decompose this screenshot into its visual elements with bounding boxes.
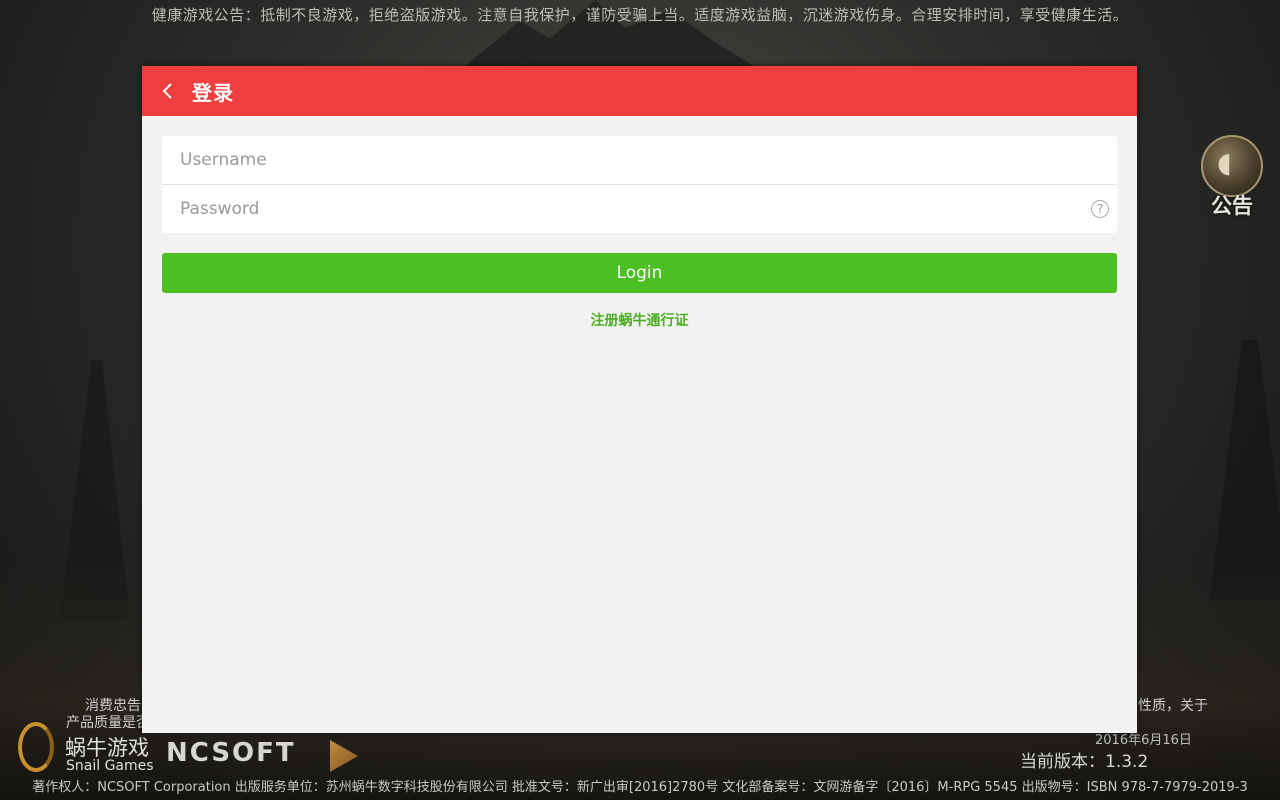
login-dialog: 登录 ? Login 注册蜗牛通行证	[142, 66, 1137, 733]
register-link[interactable]: 注册蜗牛通行证	[142, 310, 1137, 330]
announcement-button[interactable]: ◖ 公告	[1199, 135, 1269, 220]
password-input[interactable]	[162, 185, 1117, 233]
login-button[interactable]: Login	[162, 253, 1117, 293]
password-help-icon[interactable]: ?	[1091, 200, 1109, 218]
snail-games-logo: 蜗牛游戏 Snail Games	[16, 718, 156, 778]
credentials-group	[162, 136, 1117, 233]
megaphone-icon: ◖	[1201, 135, 1263, 197]
announcement-label: 公告	[1211, 194, 1253, 218]
copyright-footer: 著作权人：NCSOFT Corporation 出版服务单位：苏州蜗牛数字科技股…	[32, 780, 1248, 795]
right-notice-text: 性质，关于	[1138, 698, 1208, 714]
health-notice: 健康游戏公告：抵制不良游戏，拒绝盗版游戏。注意自我保护，谨防受骗上当。适度游戏益…	[151, 6, 1129, 24]
ncsoft-logo: NCSOFT	[166, 738, 296, 768]
dialog-header: 登录	[142, 66, 1137, 116]
dialog-title: 登录	[192, 81, 234, 105]
snail-icon	[18, 722, 54, 772]
username-input[interactable]	[162, 136, 1117, 184]
snail-logo-en: Snail Games	[66, 758, 154, 774]
back-button[interactable]	[156, 78, 184, 104]
version-label: 当前版本：1.3.2	[1020, 752, 1149, 772]
chevron-left-icon	[162, 83, 172, 99]
